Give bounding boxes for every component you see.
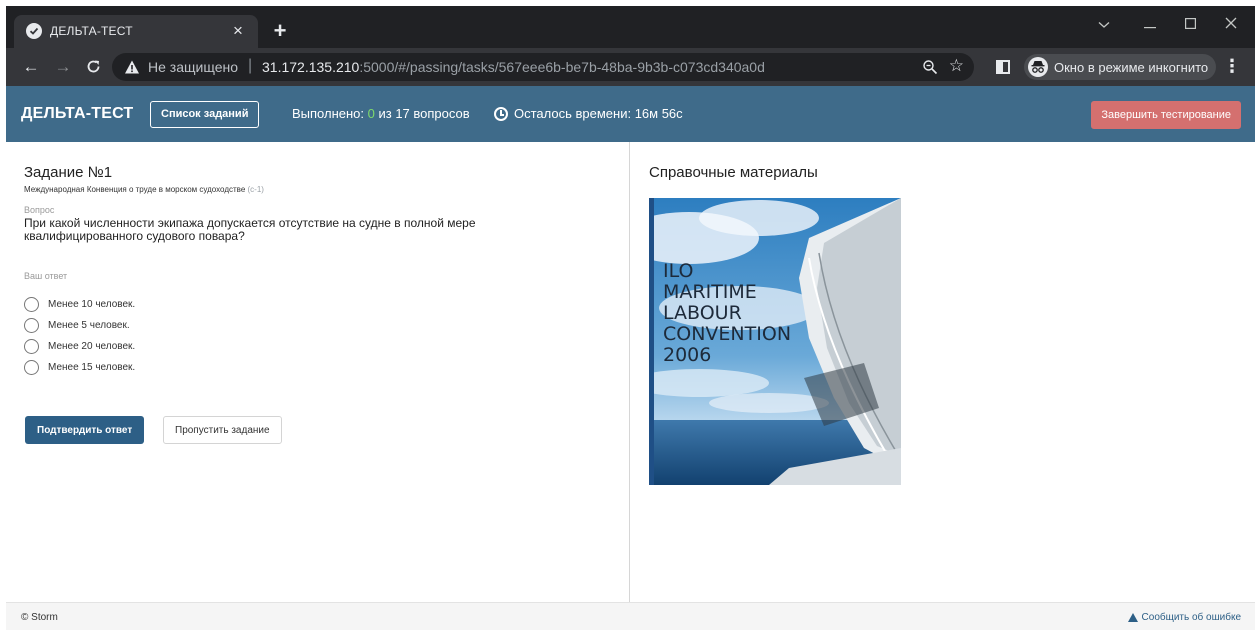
star-icon[interactable]: ☆: [949, 56, 964, 76]
close-icon[interactable]: [1213, 12, 1249, 36]
reference-title: Справочные материалы: [649, 164, 818, 181]
reference-book-cover[interactable]: ILO MARITIME LABOUR CONVENTION 2006: [649, 198, 901, 485]
task-code: (с-1): [247, 185, 264, 194]
report-error-label: Сообщить об ошибке: [1141, 612, 1241, 623]
radio-button[interactable]: [24, 339, 39, 354]
answer-option[interactable]: Менее 5 человек.: [24, 315, 135, 336]
main-content: Задание №1 Международная Конвенция о тру…: [6, 142, 1255, 602]
skip-task-button[interactable]: Пропустить задание: [163, 416, 282, 444]
answer-option[interactable]: Менее 20 человек.: [24, 336, 135, 357]
forward-arrow-icon[interactable]: →: [52, 56, 74, 78]
zoom-icon[interactable]: [922, 59, 938, 75]
cover-line: 2006: [663, 344, 711, 366]
browser-toolbar: ← → Не защищено | 31.172.135.210:5000/#/…: [6, 48, 1255, 86]
time-remaining-text: Осталось времени: 16м 56с: [514, 106, 683, 121]
progress-prefix: Выполнено:: [292, 106, 368, 121]
answer-options: Менее 10 человек. Менее 5 человек. Менее…: [24, 294, 135, 378]
answer-option-label: Менее 15 человек.: [48, 362, 136, 373]
reference-pane: Справочные материалы ILO MARITIME LABOUR…: [631, 142, 1255, 602]
task-subject: Международная Конвенция о труде в морско…: [24, 185, 246, 194]
tab-title: ДЕЛЬТА-ТЕСТ: [50, 24, 133, 38]
tab-close-icon[interactable]: ×: [228, 21, 248, 41]
cover-line: CONVENTION: [663, 323, 791, 345]
radio-button[interactable]: [24, 297, 39, 312]
radio-button[interactable]: [24, 360, 39, 375]
incognito-label: Окно в режиме инкогнито: [1054, 60, 1209, 75]
question-text: При какой численности экипажа допускаетс…: [24, 216, 476, 243]
cover-line: ILO: [663, 260, 693, 282]
browser-window: ДЕЛЬТА-ТЕСТ × + ← → Не защищено | 31.172…: [6, 6, 1255, 630]
progress-status: Выполнено: 0 из 17 вопросов: [292, 106, 470, 121]
incognito-badge[interactable]: Окно в режиме инкогнито: [1024, 54, 1216, 80]
reload-icon[interactable]: [82, 56, 104, 78]
answer-option[interactable]: Менее 15 человек.: [24, 357, 135, 378]
shield-check-icon: [26, 23, 42, 39]
app-header: ДЕЛЬТА-ТЕСТ Список заданий Выполнено: 0 …: [6, 86, 1255, 142]
task-title: Задание №1: [24, 164, 113, 181]
progress-suffix: из 17 вопросов: [374, 106, 470, 121]
cover-line: MARITIME: [663, 281, 757, 303]
task-subtitle: Международная Конвенция о труде в морско…: [24, 185, 264, 194]
task-pane: Задание №1 Международная Конвенция о тру…: [6, 142, 630, 602]
warning-icon: [1127, 613, 1138, 622]
address-bar[interactable]: Не защищено | 31.172.135.210:5000/#/pass…: [112, 53, 974, 81]
new-tab-button[interactable]: +: [268, 20, 292, 44]
url-separator: |: [248, 57, 253, 74]
time-remaining: Осталось времени: 16м 56с: [494, 106, 683, 121]
url-path: :5000/#/passing/tasks/567eee6b-be7b-48ba…: [359, 59, 765, 75]
confirm-answer-button[interactable]: Подтвердить ответ: [25, 416, 145, 444]
browser-tab[interactable]: ДЕЛЬТА-ТЕСТ ×: [14, 15, 258, 48]
warning-icon[interactable]: [124, 59, 140, 75]
finish-test-button[interactable]: Завершить тестирование: [1091, 101, 1241, 129]
answer-option[interactable]: Менее 10 человек.: [24, 294, 135, 315]
insecure-label: Не защищено: [148, 59, 238, 75]
tab-strip: ДЕЛЬТА-ТЕСТ × +: [6, 6, 1255, 48]
chevron-down-icon[interactable]: [1086, 12, 1122, 36]
menu-dots-icon[interactable]: ⋮: [1223, 56, 1241, 76]
task-list-button[interactable]: Список заданий: [150, 101, 260, 128]
report-error-link[interactable]: Сообщить об ошибке: [1127, 612, 1241, 623]
cover-line: LABOUR: [663, 302, 742, 324]
answer-option-label: Менее 20 человек.: [48, 341, 136, 352]
answer-option-label: Менее 10 человек.: [48, 299, 136, 310]
question-label: Вопрос: [24, 205, 55, 215]
side-panel-icon[interactable]: [996, 60, 1010, 74]
minimize-icon[interactable]: [1132, 12, 1168, 36]
maximize-icon[interactable]: [1172, 12, 1208, 36]
url-host: 31.172.135.210: [262, 59, 360, 75]
brand-logo[interactable]: ДЕЛЬТА-ТЕСТ: [21, 105, 133, 123]
page-footer: © Storm Сообщить об ошибке: [6, 602, 1255, 630]
clock-icon: [494, 106, 508, 121]
progress-done-count: 0: [367, 106, 375, 121]
answer-option-label: Менее 5 человек.: [48, 320, 130, 331]
incognito-icon: [1028, 57, 1048, 77]
answer-label: Ваш ответ: [24, 271, 68, 281]
url-text[interactable]: 31.172.135.210:5000/#/passing/tasks/567e…: [262, 59, 765, 75]
copyright-text: © Storm: [21, 612, 58, 623]
back-arrow-icon[interactable]: ←: [20, 56, 42, 78]
radio-button[interactable]: [24, 318, 39, 333]
